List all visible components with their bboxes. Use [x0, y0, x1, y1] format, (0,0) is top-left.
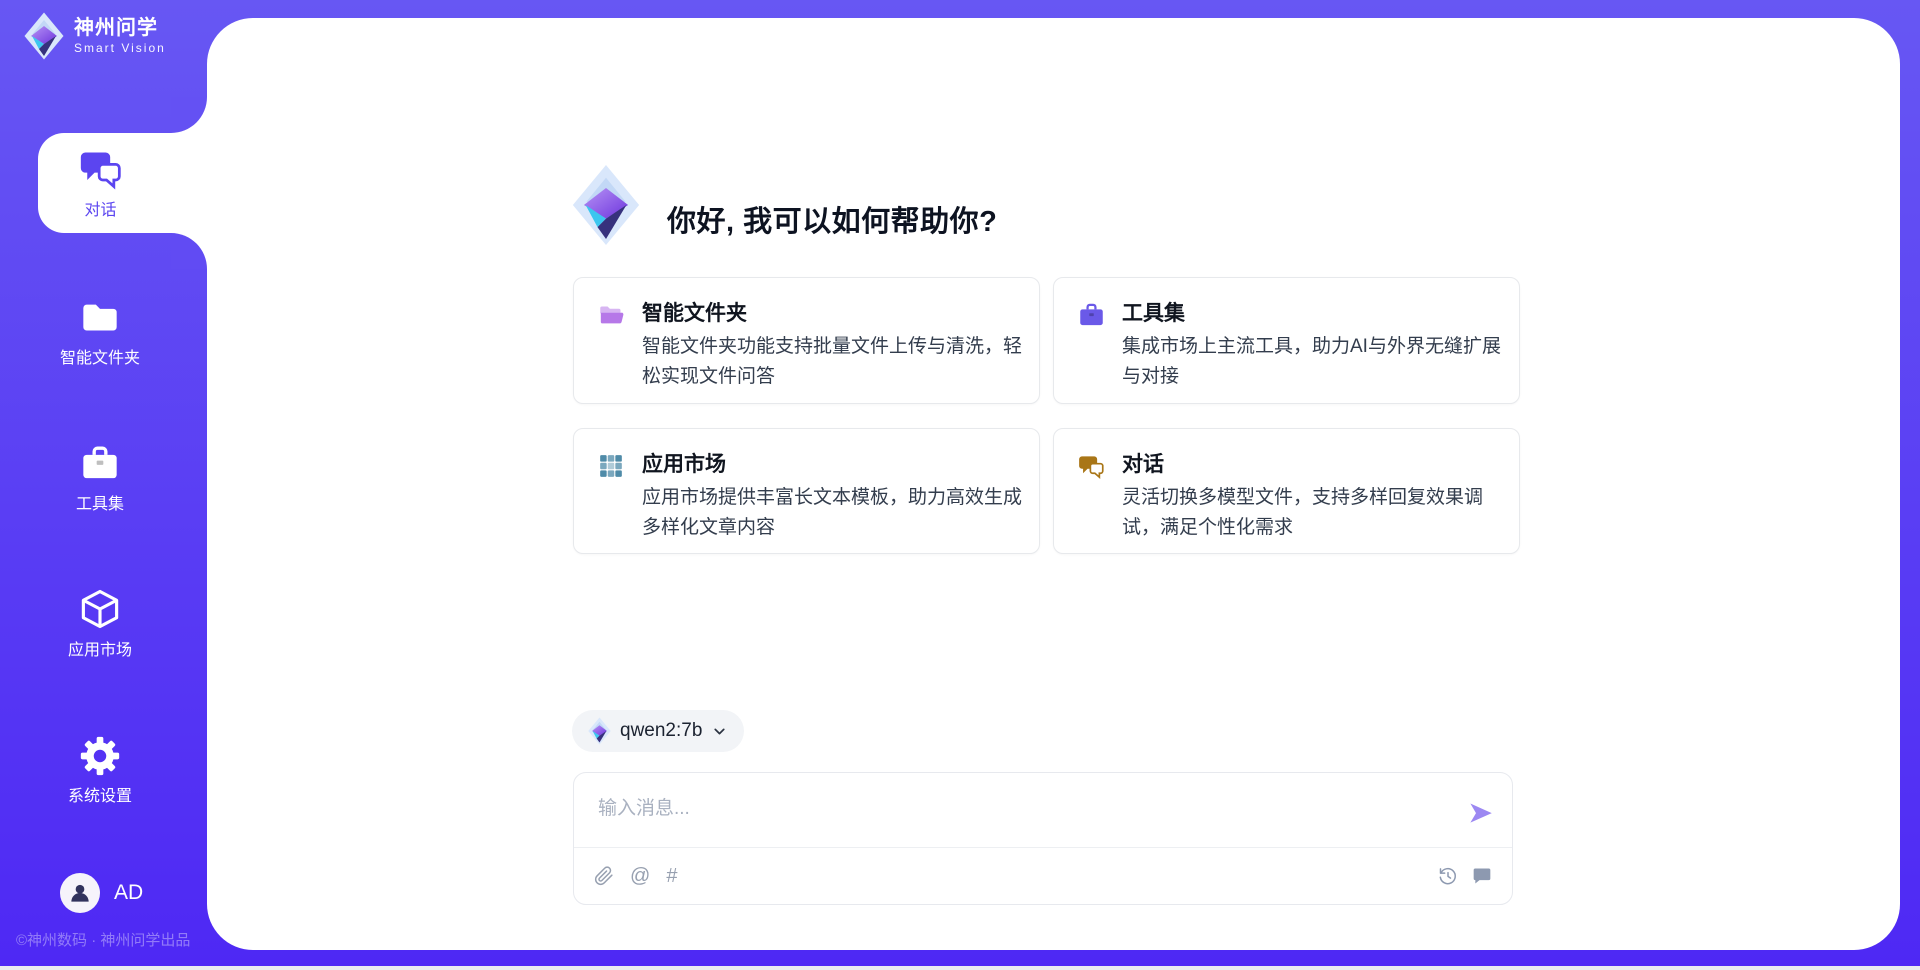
sidebar-item-label: 对话 — [84, 196, 116, 220]
main-panel: 你好, 我可以如何帮助你? 智能文件夹 智能文件夹功能支持批量文件上传与清洗，轻… — [207, 18, 1900, 950]
card-smart-folder[interactable]: 智能文件夹 智能文件夹功能支持批量文件上传与清洗，轻松实现文件问答 — [573, 277, 1040, 404]
chat-bubbles-icon — [79, 147, 123, 191]
sidebar-item-toolset[interactable]: 工具集 — [0, 444, 200, 514]
folder-icon — [0, 298, 200, 338]
sidebar-item-settings[interactable]: 系统设置 — [0, 736, 200, 806]
card-description: 灵活切换多模型文件，支持多样回复效果调试，满足个性化需求 — [1122, 483, 1503, 543]
sidebar-item-app-market[interactable]: 应用市场 — [0, 588, 200, 660]
app-name: 神州问学 — [74, 17, 166, 39]
model-selector[interactable]: qwen2:7b — [572, 710, 744, 752]
card-toolset[interactable]: 工具集 集成市场上主流工具，助力AI与外界无缝扩展与对接 — [1053, 277, 1520, 404]
sidebar-item-label: 系统设置 — [0, 782, 200, 806]
avatar — [60, 873, 100, 913]
copyright-footer: ©神州数码 · 神州问学出品 — [16, 929, 190, 950]
brand-text: 神州问学 Smart Vision — [74, 17, 166, 55]
card-description: 集成市场上主流工具，助力AI与外界无缝扩展与对接 — [1122, 332, 1503, 392]
card-title: 智能文件夹 — [642, 297, 747, 327]
app-subtitle: Smart Vision — [74, 41, 166, 55]
card-title: 工具集 — [1122, 297, 1185, 327]
message-input[interactable] — [574, 773, 1434, 843]
sidebar-item-chat[interactable]: 对话 — [38, 133, 207, 233]
user-profile[interactable]: AD — [60, 873, 143, 913]
card-title: 应用市场 — [642, 448, 726, 478]
send-icon[interactable] — [1467, 799, 1494, 826]
gear-icon — [0, 736, 200, 776]
active-tab-fillet-top — [171, 97, 207, 133]
card-title: 对话 — [1122, 448, 1164, 478]
greeting-diamond-icon — [572, 163, 640, 247]
card-description: 应用市场提供丰富长文本模板，助力高效生成多样化文章内容 — [642, 483, 1023, 543]
card-app-market[interactable]: 应用市场 应用市场提供丰富长文本模板，助力高效生成多样化文章内容 — [573, 428, 1040, 554]
feature-cards: 智能文件夹 智能文件夹功能支持批量文件上传与清洗，轻松实现文件问答 工具集 集成… — [573, 277, 1520, 554]
history-icon[interactable] — [1438, 866, 1458, 886]
attachment-icon[interactable] — [594, 866, 614, 886]
cube-icon — [0, 588, 200, 630]
sidebar-item-label: 智能文件夹 — [0, 344, 200, 368]
toolbox-icon — [0, 444, 200, 484]
folder-open-icon — [598, 302, 625, 329]
card-description: 智能文件夹功能支持批量文件上传与清洗，轻松实现文件问答 — [642, 332, 1023, 392]
sidebar-item-smart-folder[interactable]: 智能文件夹 — [0, 298, 200, 368]
hash-icon[interactable]: # — [666, 866, 677, 886]
greeting-title: 你好, 我可以如何帮助你? — [667, 194, 997, 250]
chevron-down-icon — [711, 723, 728, 740]
model-logo-icon — [588, 717, 611, 745]
person-icon — [67, 880, 93, 906]
active-tab-fillet-bottom — [171, 233, 207, 269]
grid-icon — [598, 453, 624, 479]
user-initials: AD — [114, 881, 143, 905]
toolbox-icon — [1078, 302, 1105, 329]
sidebar-item-label: 工具集 — [0, 490, 200, 514]
quick-reply-icon[interactable] — [1472, 866, 1492, 886]
chat-bubbles-icon — [1078, 453, 1105, 480]
composer-toolbar: @ # — [574, 847, 1512, 904]
app-root: { "app": { "name": "神州问学", "subtitle": "… — [0, 0, 1920, 970]
card-chat[interactable]: 对话 灵活切换多模型文件，支持多样回复效果调试，满足个性化需求 — [1053, 428, 1520, 554]
mention-icon[interactable]: @ — [630, 866, 650, 886]
brand-diamond-icon — [24, 12, 64, 60]
sidebar-item-label: 应用市场 — [0, 636, 200, 660]
app-logo: 神州问学 Smart Vision — [24, 12, 166, 60]
horizontal-scrollbar[interactable] — [0, 966, 1920, 970]
message-composer: @ # — [573, 772, 1513, 905]
model-name: qwen2:7b — [620, 720, 702, 742]
